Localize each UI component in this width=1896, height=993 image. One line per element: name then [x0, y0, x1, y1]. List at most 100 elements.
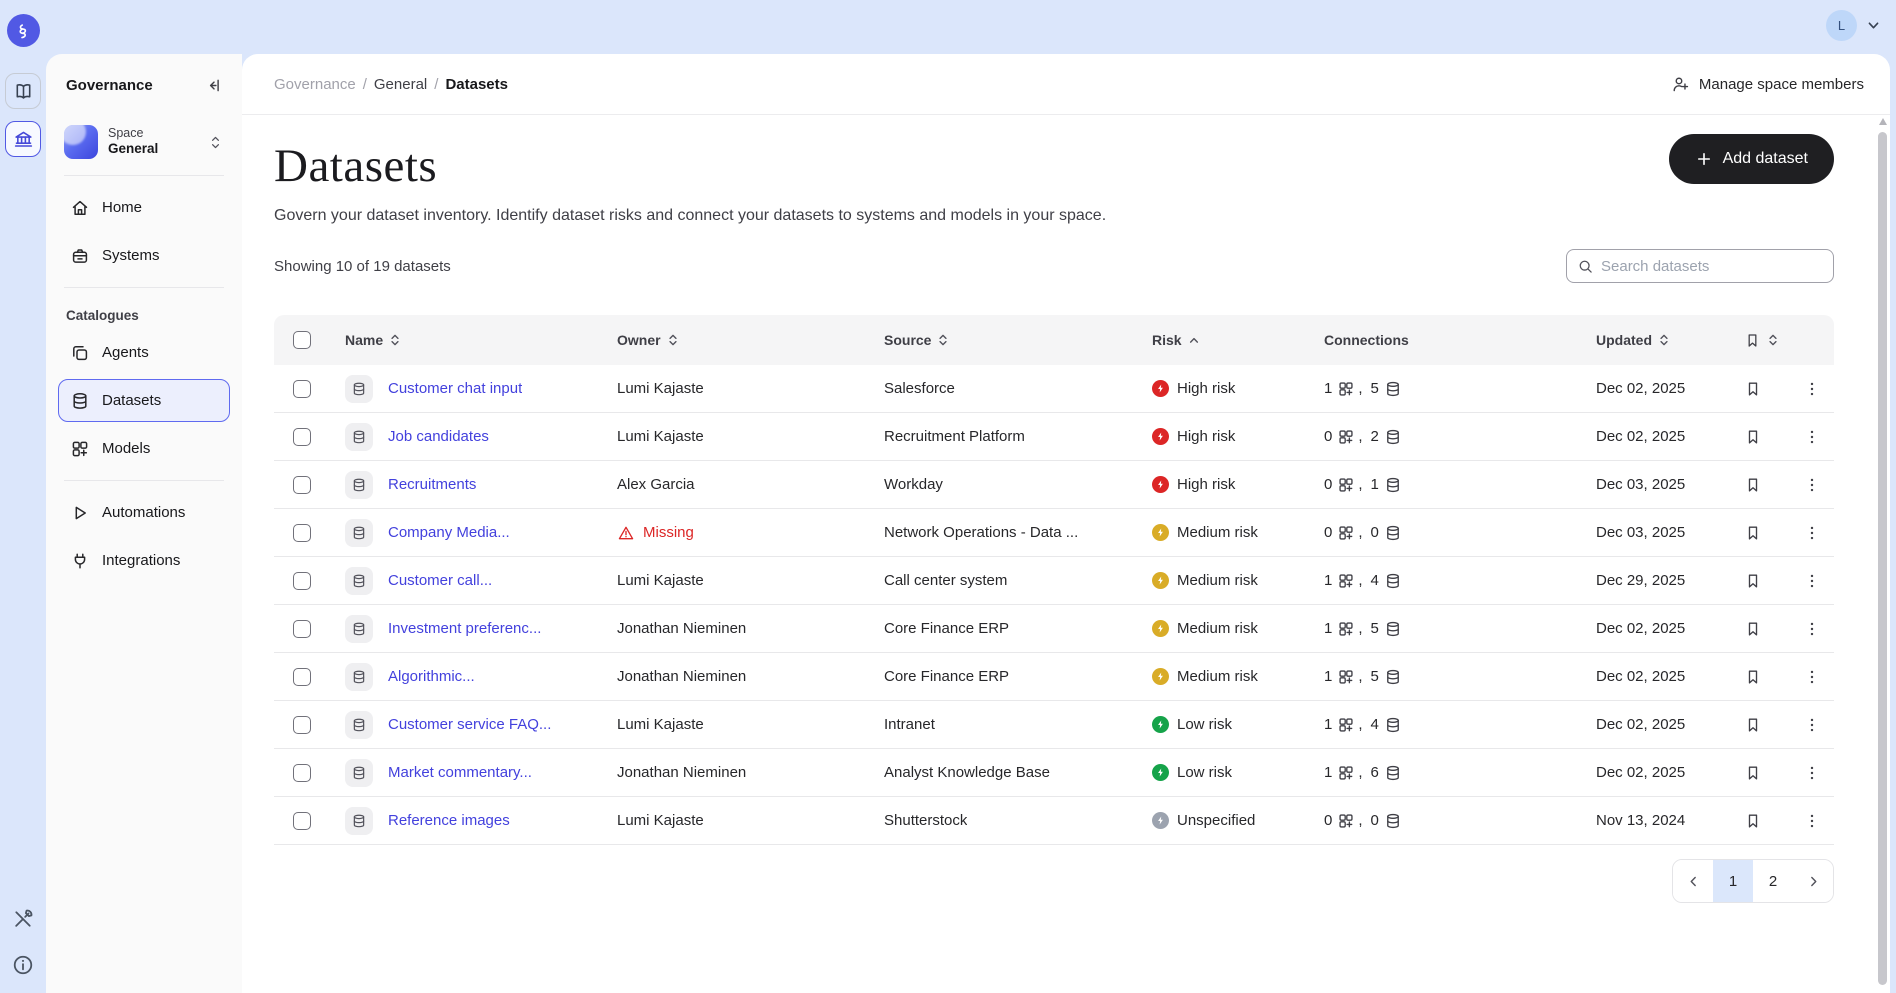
row-checkbox[interactable] — [293, 668, 311, 686]
row-checkbox[interactable] — [293, 620, 311, 638]
connections-cell: 1,5 — [1324, 668, 1596, 686]
bookmark-button[interactable] — [1744, 476, 1762, 494]
info-icon[interactable] — [11, 953, 35, 977]
risk-label: Low risk — [1177, 716, 1232, 733]
sidebar-item-agents[interactable]: Agents — [58, 331, 230, 374]
datasets-count: 2 — [1371, 428, 1379, 445]
scroll-up-arrow[interactable] — [1879, 118, 1887, 125]
page-button-1[interactable]: 1 — [1713, 860, 1753, 902]
dataset-name-link[interactable]: Company Media... — [388, 524, 510, 541]
row-checkbox[interactable] — [293, 428, 311, 446]
sidebar-item-integrations[interactable]: Integrations — [58, 539, 230, 582]
row-menu-button[interactable] — [1803, 380, 1821, 398]
select-all-checkbox[interactable] — [293, 331, 311, 349]
sidebar-divider — [64, 175, 224, 176]
column-header-updated[interactable]: Updated — [1596, 332, 1671, 348]
dataset-name-link[interactable]: Job candidates — [388, 428, 489, 445]
row-menu-button[interactable] — [1803, 572, 1821, 590]
column-header-connections[interactable]: Connections — [1324, 332, 1409, 348]
breadcrumb-item[interactable]: General — [374, 76, 427, 93]
datasets-count: 5 — [1371, 668, 1379, 685]
manage-space-members-button[interactable]: Manage space members — [1671, 75, 1864, 94]
brand-logo[interactable] — [7, 14, 40, 47]
row-menu-button[interactable] — [1803, 764, 1821, 782]
dataset-name-link[interactable]: Investment preferenc... — [388, 620, 541, 637]
avatar[interactable]: L — [1826, 10, 1857, 41]
dataset-name-link[interactable]: Algorithmic... — [388, 668, 475, 685]
governance-rail-button[interactable] — [5, 121, 41, 157]
risk-badge — [1152, 764, 1169, 781]
space-selector[interactable]: Space General — [58, 125, 230, 159]
dataset-name-link[interactable]: Customer chat input — [388, 380, 522, 397]
search-input[interactable] — [1601, 258, 1823, 275]
source-text: Core Finance ERP — [884, 668, 1009, 685]
bookmark-button[interactable] — [1744, 764, 1762, 782]
sidebar-item-models[interactable]: Models — [58, 427, 230, 470]
chevron-down-icon[interactable] — [1865, 17, 1882, 34]
row-menu-button[interactable] — [1803, 476, 1821, 494]
row-menu-button[interactable] — [1803, 524, 1821, 542]
sidebar-item-datasets[interactable]: Datasets — [58, 379, 230, 422]
column-header-bookmark[interactable] — [1744, 332, 1780, 349]
bolt-icon — [1155, 719, 1166, 730]
bookmark-button[interactable] — [1744, 620, 1762, 638]
breadcrumb-item[interactable]: Governance — [274, 76, 356, 93]
datasets-icon — [351, 525, 367, 541]
library-rail-button[interactable] — [5, 73, 41, 109]
sidebar-item-home[interactable]: Home — [58, 186, 230, 229]
risk-label: Low risk — [1177, 764, 1232, 781]
previous-page-button[interactable] — [1673, 860, 1713, 902]
dataset-name-link[interactable]: Customer service FAQ... — [388, 716, 551, 733]
next-page-button[interactable] — [1793, 860, 1833, 902]
column-header-risk[interactable]: Risk — [1152, 332, 1201, 348]
dataset-name-link[interactable]: Reference images — [388, 812, 510, 829]
sort-icon — [388, 333, 402, 347]
bookmark-button[interactable] — [1744, 380, 1762, 398]
bookmark-button[interactable] — [1744, 812, 1762, 830]
row-menu-button[interactable] — [1803, 716, 1821, 734]
bolt-icon — [1155, 815, 1166, 826]
bookmark-button[interactable] — [1744, 716, 1762, 734]
risk-badge — [1152, 812, 1169, 829]
spark-logo-icon — [12, 20, 34, 42]
risk-label: Medium risk — [1177, 524, 1258, 541]
models-icon — [1337, 428, 1355, 446]
row-menu-button[interactable] — [1803, 812, 1821, 830]
kebab-icon — [1803, 812, 1821, 830]
row-checkbox[interactable] — [293, 812, 311, 830]
scrollbar-thumb[interactable] — [1878, 132, 1887, 985]
column-header-owner[interactable]: Owner — [617, 332, 680, 348]
bookmark-button[interactable] — [1744, 428, 1762, 446]
datasets-icon — [1384, 764, 1402, 782]
sidebar-item-automations[interactable]: Automations — [58, 491, 230, 534]
tools-icon[interactable] — [11, 907, 35, 931]
dataset-chip — [345, 807, 373, 835]
page-button-2[interactable]: 2 — [1753, 860, 1793, 902]
row-checkbox[interactable] — [293, 572, 311, 590]
owner-text: Jonathan Nieminen — [617, 668, 746, 685]
row-checkbox[interactable] — [293, 476, 311, 494]
row-menu-button[interactable] — [1803, 620, 1821, 638]
row-menu-button[interactable] — [1803, 668, 1821, 686]
column-header-name[interactable]: Name — [345, 332, 402, 348]
dataset-name-link[interactable]: Recruitments — [388, 476, 476, 493]
bookmark-button[interactable] — [1744, 572, 1762, 590]
sidebar-header: Governance — [58, 76, 230, 95]
row-menu-button[interactable] — [1803, 428, 1821, 446]
dataset-name-link[interactable]: Customer call... — [388, 572, 492, 589]
bookmark-button[interactable] — [1744, 668, 1762, 686]
sidebar-item-systems[interactable]: Systems — [58, 234, 230, 277]
risk-badge — [1152, 428, 1169, 445]
vertical-scrollbar[interactable] — [1878, 118, 1887, 985]
row-checkbox[interactable] — [293, 380, 311, 398]
dataset-name-link[interactable]: Market commentary... — [388, 764, 532, 781]
add-dataset-button[interactable]: Add dataset — [1669, 134, 1834, 184]
bookmark-button[interactable] — [1744, 524, 1762, 542]
sidebar-title: Governance — [66, 77, 153, 94]
datasets-icon — [1384, 572, 1402, 590]
row-checkbox[interactable] — [293, 524, 311, 542]
row-checkbox[interactable] — [293, 764, 311, 782]
row-checkbox[interactable] — [293, 716, 311, 734]
column-header-source[interactable]: Source — [884, 332, 950, 348]
collapse-sidebar-icon[interactable] — [203, 76, 222, 95]
